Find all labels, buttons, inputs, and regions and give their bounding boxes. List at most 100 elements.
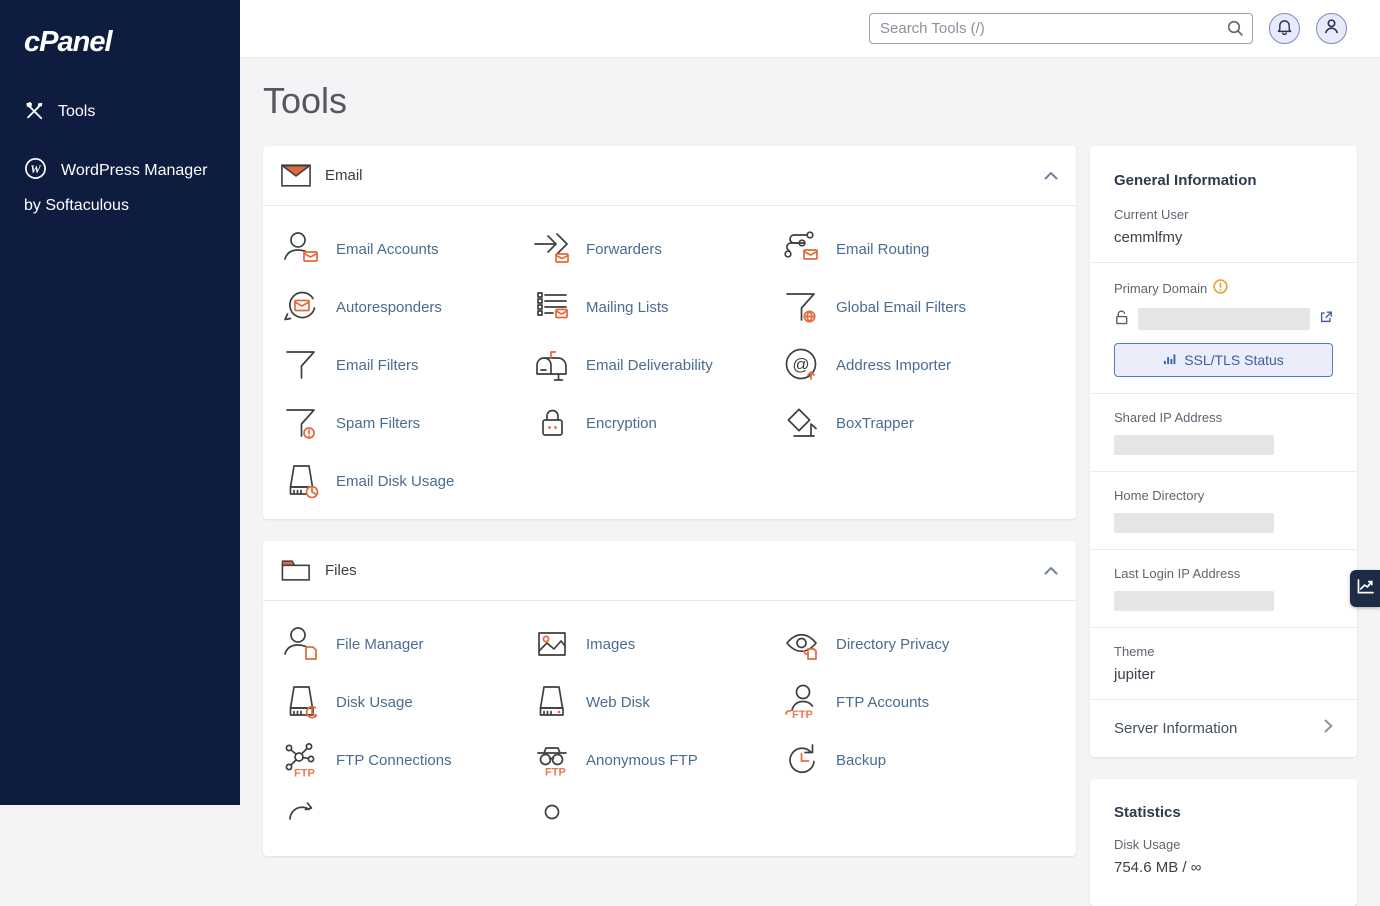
- tool-item-label: Backup: [836, 752, 886, 769]
- user-icon: [1323, 18, 1340, 40]
- tool-item-images[interactable]: Images: [531, 615, 781, 673]
- email-section-icon: [281, 164, 311, 187]
- tool-item-directory-privacy[interactable]: Directory Privacy: [781, 615, 1031, 673]
- tool-item-anonymous-ftp[interactable]: FTP Anonymous FTP: [531, 731, 781, 789]
- address-importer-icon: @: [781, 345, 823, 385]
- tool-item-label: Address Importer: [836, 357, 951, 374]
- global-email-filters-icon: [781, 287, 823, 327]
- spam-filters-icon: [281, 403, 323, 443]
- search-box: [869, 13, 1253, 44]
- tool-item-email-disk-usage[interactable]: Email Disk Usage: [281, 452, 531, 510]
- tool-item-ftp-accounts[interactable]: FTPFTP Accounts: [781, 673, 1031, 731]
- email-accounts-icon: [281, 229, 323, 269]
- last-login-ip-label: Last Login IP Address: [1114, 550, 1333, 581]
- email-routing-icon: [781, 229, 823, 269]
- tool-item-file-manager[interactable]: File Manager: [281, 615, 531, 673]
- user-menu-button[interactable]: [1316, 13, 1347, 44]
- analytics-flyout-button[interactable]: [1350, 570, 1380, 607]
- bell-icon: [1277, 18, 1292, 40]
- disk-usage-value: 754.6 MB / ∞: [1090, 852, 1357, 906]
- svg-text:@: @: [792, 355, 809, 374]
- chevron-up-icon[interactable]: [1044, 566, 1058, 575]
- unlock-icon: [1114, 309, 1129, 330]
- section-title: Email: [325, 167, 363, 184]
- section-header-email[interactable]: Email: [263, 146, 1076, 206]
- section-grid: File Manager Images Directory Privacy Disk …: [263, 601, 1076, 856]
- tool-item-label: File Manager: [336, 636, 424, 653]
- ftp-connections-icon: FTP: [281, 740, 323, 780]
- section-card-files: Files File Manager Images Directory Privacy…: [263, 541, 1076, 856]
- tool-sections: Email Email Accounts Forwarders Email Routi…: [263, 146, 1076, 856]
- tool-item-ftp-connections[interactable]: FTP FTP Connections: [281, 731, 531, 789]
- tool-item-label: Global Email Filters: [836, 299, 966, 316]
- search-icon[interactable]: [1227, 20, 1244, 42]
- chevron-up-icon[interactable]: [1044, 171, 1058, 180]
- notifications-button[interactable]: [1269, 13, 1300, 44]
- sidebar-item-label: WordPress Manager by Softaculous: [24, 162, 207, 214]
- tool-item-backup[interactable]: Backup: [781, 731, 1031, 789]
- ssl-tls-status-button[interactable]: SSL/TLS Status: [1114, 343, 1333, 377]
- tool-item-label: Web Disk: [586, 694, 650, 711]
- main-area: Tools EmailEmail AccountsForwardersEmail…: [240, 0, 1380, 805]
- tool-item-global-email-filters[interactable]: Global Email Filters: [781, 278, 1031, 336]
- images-icon: [531, 624, 573, 664]
- tool-item-address-importer[interactable]: @ Address Importer: [781, 336, 1031, 394]
- statistics-card: Statistics Disk Usage 754.6 MB / ∞: [1090, 779, 1357, 906]
- tool-item-label: Directory Privacy: [836, 636, 949, 653]
- anonymous-ftp-icon: FTP: [531, 740, 573, 780]
- tool-item-email-filters[interactable]: Email Filters: [281, 336, 531, 394]
- tool-item-label: Email Accounts: [336, 241, 439, 258]
- web-disk-icon: [531, 682, 573, 722]
- sidebar-item-tools[interactable]: Tools: [24, 97, 218, 132]
- section-header-files[interactable]: Files: [263, 541, 1076, 601]
- directory-privacy-icon: [781, 624, 823, 664]
- section-grid: Email Accounts Forwarders Email Routing Aut…: [263, 206, 1076, 519]
- sidebar: cPanel Tools W Word: [0, 0, 240, 805]
- disk-usage-icon: [281, 682, 323, 722]
- server-information-link[interactable]: Server Information: [1090, 700, 1357, 757]
- tool-item-email-routing[interactable]: Email Routing: [781, 220, 1031, 278]
- email-deliverability-icon: [531, 345, 573, 385]
- tool-item-mailing-lists[interactable]: Mailing Lists: [531, 278, 781, 336]
- statistics-title: Statistics: [1090, 779, 1357, 823]
- tool-item-label: Anonymous FTP: [586, 752, 698, 769]
- boxtrapper-icon: [781, 403, 823, 443]
- forwarders-icon: [531, 229, 573, 269]
- tool-item-email-deliverability[interactable]: Email Deliverability: [531, 336, 781, 394]
- tool-item-label: Mailing Lists: [586, 299, 669, 316]
- app-root: cPanel Tools W Word: [0, 0, 1380, 805]
- shared-ip-redacted-value: [1114, 435, 1274, 455]
- tool-item-spam-filters[interactable]: Spam Filters: [281, 394, 531, 452]
- tool-item-label: Encryption: [586, 415, 657, 432]
- sidebar-item-wordpress-manager[interactable]: W WordPress Manager by Softaculous: [24, 156, 218, 221]
- tool-item-disk-usage[interactable]: Disk Usage: [281, 673, 531, 731]
- svg-text:FTP: FTP: [545, 767, 566, 779]
- tool-item-encryption[interactable]: Encryption: [531, 394, 781, 452]
- search-input[interactable]: [869, 13, 1253, 44]
- svg-text:FTP: FTP: [792, 709, 813, 721]
- svg-text:FTP: FTP: [294, 768, 315, 780]
- mailing-lists-icon: [531, 287, 573, 327]
- general-information-title: General Information: [1114, 146, 1333, 191]
- warning-icon[interactable]: [1213, 279, 1228, 297]
- sidebar-item-label: Tools: [58, 103, 95, 120]
- tool-item-label: FTP Connections: [336, 752, 452, 769]
- tool-item-forwarders[interactable]: Forwarders: [531, 220, 781, 278]
- tool-item-boxtrapper[interactable]: BoxTrapper: [781, 394, 1031, 452]
- shared-ip-label: Shared IP Address: [1114, 394, 1333, 425]
- tool-item-label: Autoresponders: [336, 299, 442, 316]
- tool-item-email-accounts[interactable]: Email Accounts: [281, 220, 531, 278]
- encryption-icon: [531, 403, 573, 443]
- chevron-right-icon: [1324, 719, 1333, 738]
- partial-tool-icon-1: [281, 798, 323, 838]
- external-link-icon[interactable]: [1319, 310, 1333, 329]
- tool-item-label: Forwarders: [586, 241, 662, 258]
- wordpress-icon: W: [24, 157, 47, 191]
- tool-item-web-disk[interactable]: Web Disk: [531, 673, 781, 731]
- tool-item-label: Disk Usage: [336, 694, 413, 711]
- tool-item-label: Email Deliverability: [586, 357, 713, 374]
- current-user-value: cemmlfmy: [1114, 222, 1333, 246]
- content: Tools EmailEmail AccountsForwardersEmail…: [240, 58, 1380, 906]
- tool-item-autoresponders[interactable]: Autoresponders: [281, 278, 531, 336]
- disk-usage-label: Disk Usage: [1090, 823, 1357, 852]
